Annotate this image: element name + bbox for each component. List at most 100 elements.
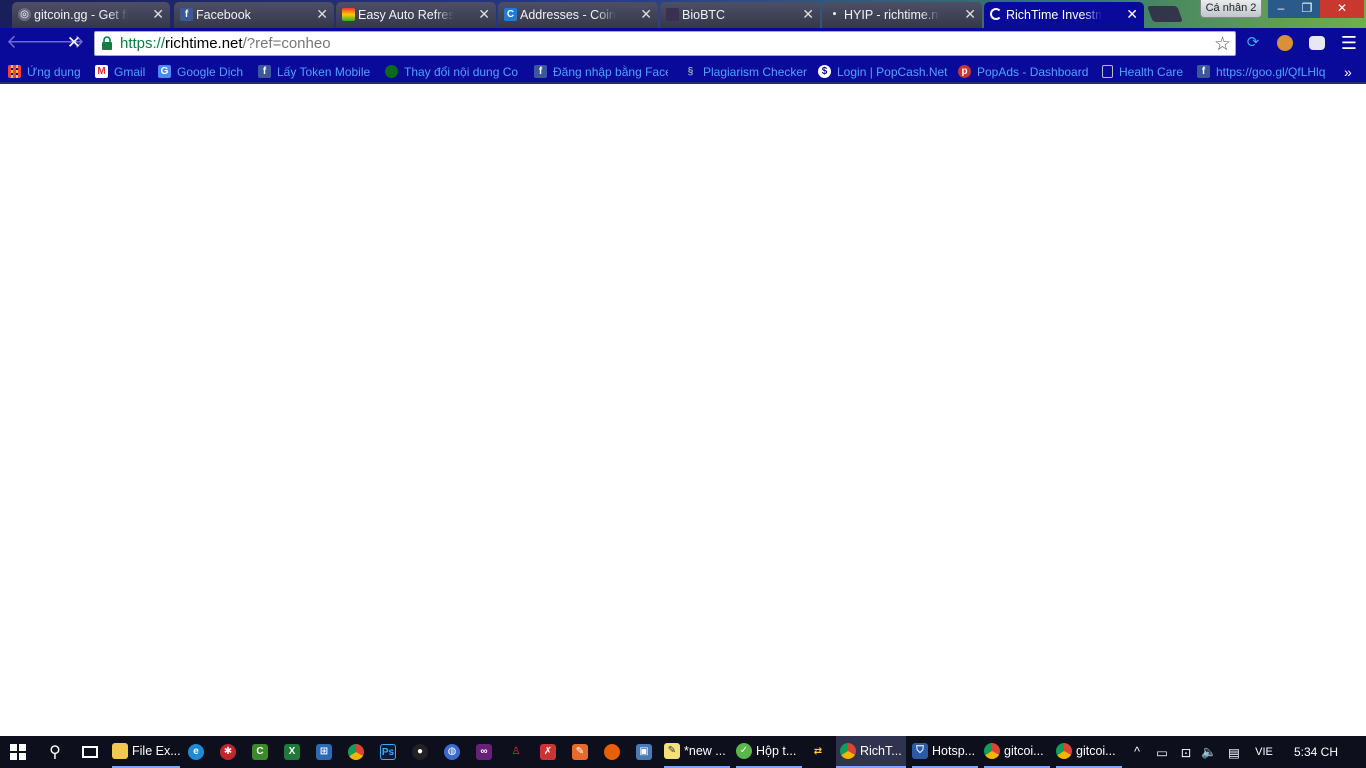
extension-puzzle-icon[interactable]: [1306, 32, 1328, 54]
tab-title: Facebook: [196, 8, 251, 22]
loading-spinner-icon: [990, 8, 1002, 20]
bookmark-thay-doi[interactable]: Thay đổi nội dung Co: [385, 63, 519, 80]
bookmark-label: PopAds - Dashboard: [977, 64, 1089, 79]
popads-icon: p: [958, 65, 971, 78]
obs-icon[interactable]: ●: [412, 736, 432, 768]
taskbar-mail[interactable]: ✓ Hộp t...: [736, 736, 802, 768]
task-view-icon[interactable]: [78, 736, 102, 768]
maximize-button[interactable]: ❐: [1294, 0, 1320, 18]
bookmark-apps[interactable]: Ứng dụng: [8, 63, 81, 80]
close-tab-icon[interactable]: ✕: [316, 6, 328, 23]
refresh-extension-icon[interactable]: ⟳: [1242, 32, 1264, 54]
taskbar-notepad[interactable]: ✎ *new ...: [664, 736, 730, 768]
taskbar-label: RichT...: [860, 744, 902, 758]
menu-icon[interactable]: ☰: [1338, 32, 1360, 54]
globe-app-icon[interactable]: ◍: [444, 736, 464, 768]
search-icon[interactable]: ⚲: [44, 736, 66, 768]
taskbar-chrome-gitcoin-2[interactable]: gitcoi...: [1056, 736, 1122, 768]
chrome-icon: [984, 743, 1000, 759]
bookmark-googl[interactable]: f https://goo.gl/QfLHlq: [1197, 63, 1325, 80]
taskbar-chrome-gitcoin-1[interactable]: gitcoi...: [984, 736, 1050, 768]
chrome-icon[interactable]: [348, 736, 368, 768]
app-figure-icon[interactable]: ♙: [508, 736, 528, 768]
network-icon[interactable]: ⊡: [1176, 736, 1196, 768]
plagiarism-icon: §: [687, 66, 694, 77]
tab-gitcoin[interactable]: ◎ gitcoin.gg - Get free ✕: [12, 2, 170, 28]
close-tab-icon[interactable]: ✕: [152, 6, 164, 23]
bookmark-popcash[interactable]: $ Login | PopCash.Net: [818, 63, 948, 80]
photoshop-icon[interactable]: Ps: [380, 736, 400, 768]
green-circle-icon: [385, 65, 398, 78]
bookmark-plagiarism[interactable]: § Plagiarism Checker: [684, 63, 807, 80]
bookmark-star-icon[interactable]: ☆: [1214, 33, 1231, 56]
notepad-icon: ✎: [664, 743, 680, 759]
tab-strip: ◎ gitcoin.gg - Get free ✕ f Facebook ✕ E…: [0, 0, 1366, 28]
start-button[interactable]: [0, 736, 36, 768]
excel-icon[interactable]: X: [284, 736, 304, 768]
bookmark-health-care[interactable]: Health Care: [1102, 63, 1183, 80]
tab-facebook[interactable]: f Facebook ✕: [174, 2, 334, 28]
back-button[interactable]: 🡐: [6, 32, 57, 54]
app-tools-icon[interactable]: ✎: [572, 736, 592, 768]
bookmark-google-translate[interactable]: G Google Dịch: [158, 63, 243, 80]
close-tab-icon[interactable]: ✕: [640, 6, 652, 23]
bookmark-token-mobile[interactable]: f Lấy Token Mobile: [258, 63, 370, 80]
remote-desktop-icon[interactable]: ▣: [636, 736, 656, 768]
clock[interactable]: 5:34 CH: [1286, 736, 1346, 768]
tab-title: BioBTC: [682, 8, 726, 22]
tab-biobtc[interactable]: BioBTC ✕: [660, 2, 820, 28]
camtasia-icon[interactable]: C: [252, 736, 272, 768]
bookmark-label: Google Dịch: [177, 64, 244, 79]
gmail-icon: M: [95, 65, 108, 78]
new-tab-button[interactable]: [1147, 6, 1183, 22]
tray-chevron-icon[interactable]: ^: [1128, 736, 1146, 768]
taskbar-label: gitcoi...: [1076, 744, 1116, 758]
visual-studio-icon[interactable]: ∞: [476, 736, 496, 768]
close-tab-icon[interactable]: ✕: [1126, 6, 1138, 23]
tab-title: Addresses - Coinbase: [520, 8, 616, 22]
tab-coinbase[interactable]: C Addresses - Coinbase ✕: [498, 2, 658, 28]
taskbar-label: Hộp t...: [756, 744, 797, 758]
close-window-button[interactable]: ✕: [1320, 0, 1364, 18]
profile-button[interactable]: Cá nhân 2: [1200, 0, 1262, 18]
network-tool-icon[interactable]: ⇄: [810, 736, 830, 768]
bookmark-gmail[interactable]: M Gmail: [95, 63, 145, 80]
forward-button[interactable]: 🡒: [34, 32, 85, 54]
network-app-icon[interactable]: ⊞: [316, 736, 336, 768]
volume-icon[interactable]: 🔈: [1200, 736, 1218, 768]
taskbar-hotspot[interactable]: ⛉ Hotsp...: [912, 736, 978, 768]
notifications-icon[interactable]: ▤: [1224, 736, 1244, 768]
hyip-icon: •: [832, 9, 837, 20]
url-path: /?ref=conheo: [242, 35, 331, 52]
bookmark-popads[interactable]: p PopAds - Dashboard: [958, 63, 1088, 80]
firefox-icon[interactable]: [604, 736, 624, 768]
cookie-extension-icon[interactable]: [1274, 32, 1296, 54]
bookmark-label: https://goo.gl/QfLHlq: [1216, 64, 1326, 79]
battery-icon[interactable]: ▭: [1152, 736, 1172, 768]
edge-icon[interactable]: e: [188, 736, 208, 768]
address-bar[interactable]: https://richtime.net/?ref=conheo ☆: [94, 31, 1236, 56]
close-tab-icon[interactable]: ✕: [802, 6, 814, 23]
app-x-icon[interactable]: ✗: [540, 736, 560, 768]
language-indicator[interactable]: VIE: [1250, 736, 1278, 768]
bookmarks-bar: Ứng dụng M Gmail G Google Dịch f Lấy Tok…: [0, 58, 1366, 84]
tab-easy-auto-refresh[interactable]: Easy Auto Refresh - ✕: [336, 2, 496, 28]
chrome-icon: [1056, 743, 1072, 759]
stop-loading-button[interactable]: ✕: [63, 32, 85, 54]
taskbar-label: File Ex...: [132, 744, 181, 758]
bookmark-label: Thay đổi nội dung Co: [404, 64, 519, 79]
url-host: richtime.net: [165, 35, 243, 52]
facebook-icon: f: [258, 65, 271, 78]
tab-richtime-active[interactable]: RichTime Investment ✕: [984, 2, 1144, 28]
minimize-button[interactable]: –: [1268, 0, 1294, 18]
taskbar-file-explorer[interactable]: File Ex...: [112, 736, 181, 768]
taskbar-chrome-richtime[interactable]: RichT...: [836, 736, 906, 768]
close-tab-icon[interactable]: ✕: [478, 6, 490, 23]
bookmarks-overflow-button[interactable]: »: [1344, 63, 1352, 80]
taskbar-label: *new ...: [684, 744, 726, 758]
tab-hyip[interactable]: • HYIP - richtime.net ✕: [822, 2, 982, 28]
url-text[interactable]: https://richtime.net/?ref=conheo: [120, 35, 331, 52]
close-tab-icon[interactable]: ✕: [964, 6, 976, 23]
app-red-icon[interactable]: ✱: [220, 736, 240, 768]
bookmark-dang-nhap[interactable]: f Đăng nhập bằng Face: [534, 63, 668, 80]
